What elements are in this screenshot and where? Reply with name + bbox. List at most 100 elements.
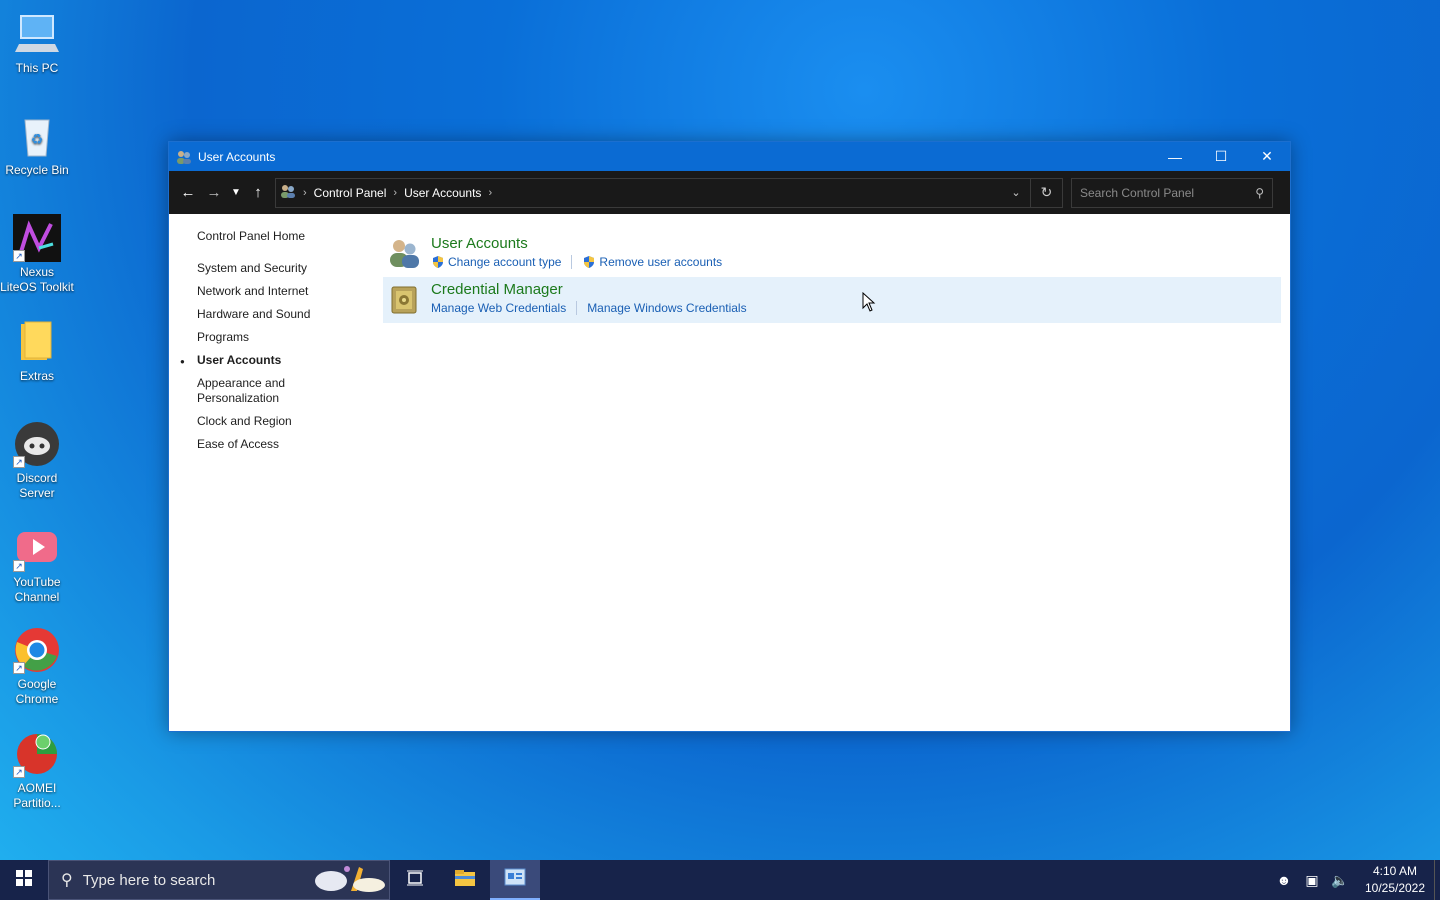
sidebar-item-appearance[interactable]: Appearance and Personalization [197, 376, 297, 406]
back-arrow-icon: ← [180, 184, 196, 201]
window-title: User Accounts [198, 149, 276, 164]
sidebar-item-network-internet[interactable]: Network and Internet [197, 284, 367, 299]
search-icon[interactable]: ⚲ [1255, 186, 1264, 200]
minimize-button[interactable]: — [1152, 142, 1198, 171]
desktop-icon-youtube[interactable]: ↗ YouTube Channel [0, 524, 74, 605]
title-bar[interactable]: User Accounts — ☐ ✕ [169, 142, 1290, 171]
volume-icon[interactable]: 🔈 [1326, 872, 1354, 889]
recent-locations-button[interactable]: ▼ [227, 178, 245, 208]
desktop-icon-chrome[interactable]: ↗ Google Chrome [0, 626, 74, 707]
desktop-icon-discord[interactable]: ↗ Discord Server [0, 420, 74, 501]
task-view-button[interactable] [390, 860, 440, 900]
maximize-button[interactable]: ☐ [1198, 142, 1244, 171]
start-button[interactable] [0, 860, 48, 900]
remove-user-accounts-link[interactable]: Remove user accounts [599, 255, 722, 269]
folder-icon [13, 318, 61, 366]
search-input[interactable] [1080, 185, 1256, 200]
shortcut-arrow-icon: ↗ [13, 662, 25, 674]
sidebar-home-link[interactable]: Control Panel Home [197, 229, 367, 243]
link-separator [571, 255, 573, 269]
search-box[interactable]: ⚲ [1071, 177, 1273, 208]
desktop-icon-label: AOMEI Partitio... [13, 781, 61, 810]
desktop-icon-recycle-bin[interactable]: ♻ Recycle Bin [0, 112, 74, 178]
chevron-down-icon: ⌄ [1011, 187, 1021, 199]
minimize-icon: — [1168, 148, 1182, 165]
address-bar: ← → ▼ ↑ › Control Panel › User Accounts … [169, 171, 1290, 214]
users-icon [280, 183, 296, 202]
refresh-button[interactable]: ↻ [1030, 178, 1062, 207]
clock-date: 10/25/2022 [1364, 881, 1426, 895]
back-button[interactable]: ← [175, 178, 201, 208]
breadcrumb-chevron-icon[interactable]: › [488, 187, 492, 199]
address-path[interactable]: › Control Panel › User Accounts › ⌄ ↻ [275, 177, 1063, 208]
clock[interactable]: 4:10 AM 10/25/2022 [1360, 863, 1430, 897]
breadcrumb-chevron-icon[interactable]: › [393, 187, 397, 199]
network-icon[interactable]: ▣ [1298, 872, 1326, 889]
uac-shield-icon [431, 255, 445, 269]
category-links: Change account type Remove user accounts [431, 255, 722, 269]
vault-icon[interactable] [387, 282, 421, 316]
desktop-icon-label: YouTube Channel [13, 575, 61, 604]
shortcut-arrow-icon: ↗ [13, 766, 25, 778]
youtube-icon: ↗ [13, 524, 61, 572]
manage-web-credentials-link[interactable]: Manage Web Credentials [431, 301, 566, 315]
nexus-app-icon: ↗ [13, 214, 61, 262]
address-history-button[interactable]: ⌄ [1002, 186, 1030, 199]
desktop-icon-label: Nexus LiteOS Toolkit [0, 265, 74, 294]
category-user-accounts: User Accounts Change account type Remove… [383, 231, 1281, 277]
close-icon: ✕ [1261, 148, 1273, 164]
up-button[interactable]: ↑ [245, 178, 271, 208]
people-icon[interactable]: ☻ [1270, 872, 1298, 888]
system-tray: ☻ ▣ 🔈 4:10 AM 10/25/2022 [1270, 860, 1440, 900]
sidebar-item-user-accounts[interactable]: User Accounts [180, 353, 367, 369]
file-explorer-button[interactable] [440, 860, 490, 900]
mouse-cursor-icon [862, 291, 876, 317]
control-panel-icon [504, 868, 526, 891]
category-title[interactable]: User Accounts [431, 231, 722, 252]
windows-logo-icon [16, 869, 32, 891]
desktop-icon-extras[interactable]: Extras [0, 318, 74, 384]
taskbar: ⚲ Type here to search ☻ ▣ 🔈 4:10 AM 10/2… [0, 860, 1440, 900]
chevron-down-icon: ▼ [231, 187, 241, 198]
chrome-icon: ↗ [13, 626, 61, 674]
forward-arrow-icon: → [206, 184, 222, 201]
sidebar-item-ease-of-access[interactable]: Ease of Access [197, 437, 367, 452]
folder-icon [454, 869, 476, 892]
show-desktop-button[interactable] [1434, 860, 1440, 900]
category-title[interactable]: Credential Manager [431, 277, 747, 298]
close-button[interactable]: ✕ [1244, 142, 1290, 171]
breadcrumb-user-accounts[interactable]: User Accounts [404, 186, 481, 200]
desktop-icon-aomei[interactable]: ↗ AOMEI Partitio... [0, 730, 74, 811]
desktop-icon-label: Extras [19, 369, 54, 383]
control-panel-taskbar-button[interactable] [490, 860, 540, 900]
category-links: Manage Web Credentials Manage Windows Cr… [431, 301, 747, 315]
manage-windows-credentials-link[interactable]: Manage Windows Credentials [587, 301, 746, 315]
taskbar-search-placeholder: Type here to search [82, 871, 216, 889]
sidebar-item-system-security[interactable]: System and Security [197, 261, 367, 276]
sidebar-item-programs[interactable]: Programs [197, 330, 367, 345]
content-area: Control Panel Home System and Security N… [169, 214, 1290, 731]
aomei-icon: ↗ [13, 730, 61, 778]
breadcrumb-control-panel[interactable]: Control Panel [314, 186, 387, 200]
refresh-icon: ↻ [1040, 184, 1053, 200]
control-panel-window: User Accounts — ☐ ✕ ← → ▼ ↑ › Control Pa… [168, 141, 1291, 732]
forward-button[interactable]: → [201, 178, 227, 208]
up-arrow-icon: ↑ [254, 184, 262, 201]
clock-time: 4:10 AM [1372, 864, 1418, 878]
shortcut-arrow-icon: ↗ [13, 250, 25, 262]
search-highlight-icon [311, 861, 389, 899]
desktop-icon-nexus[interactable]: ↗ Nexus LiteOS Toolkit [0, 214, 74, 295]
desktop-icon-this-pc[interactable]: This PC [0, 10, 74, 76]
category-credential-manager[interactable]: Credential Manager Manage Web Credential… [383, 277, 1281, 323]
shortcut-arrow-icon: ↗ [13, 560, 25, 572]
shortcut-arrow-icon: ↗ [13, 456, 25, 468]
sidebar-item-clock-region[interactable]: Clock and Region [197, 414, 367, 429]
users-icon[interactable] [387, 236, 421, 270]
discord-icon: ↗ [13, 420, 61, 468]
link-separator [576, 301, 578, 315]
sidebar-item-hardware-sound[interactable]: Hardware and Sound [197, 307, 367, 322]
change-account-type-link[interactable]: Change account type [448, 255, 561, 269]
taskbar-search-box[interactable]: ⚲ Type here to search [48, 860, 390, 900]
category-body: User Accounts Change account type Remove… [431, 231, 722, 277]
computer-icon [13, 10, 61, 58]
